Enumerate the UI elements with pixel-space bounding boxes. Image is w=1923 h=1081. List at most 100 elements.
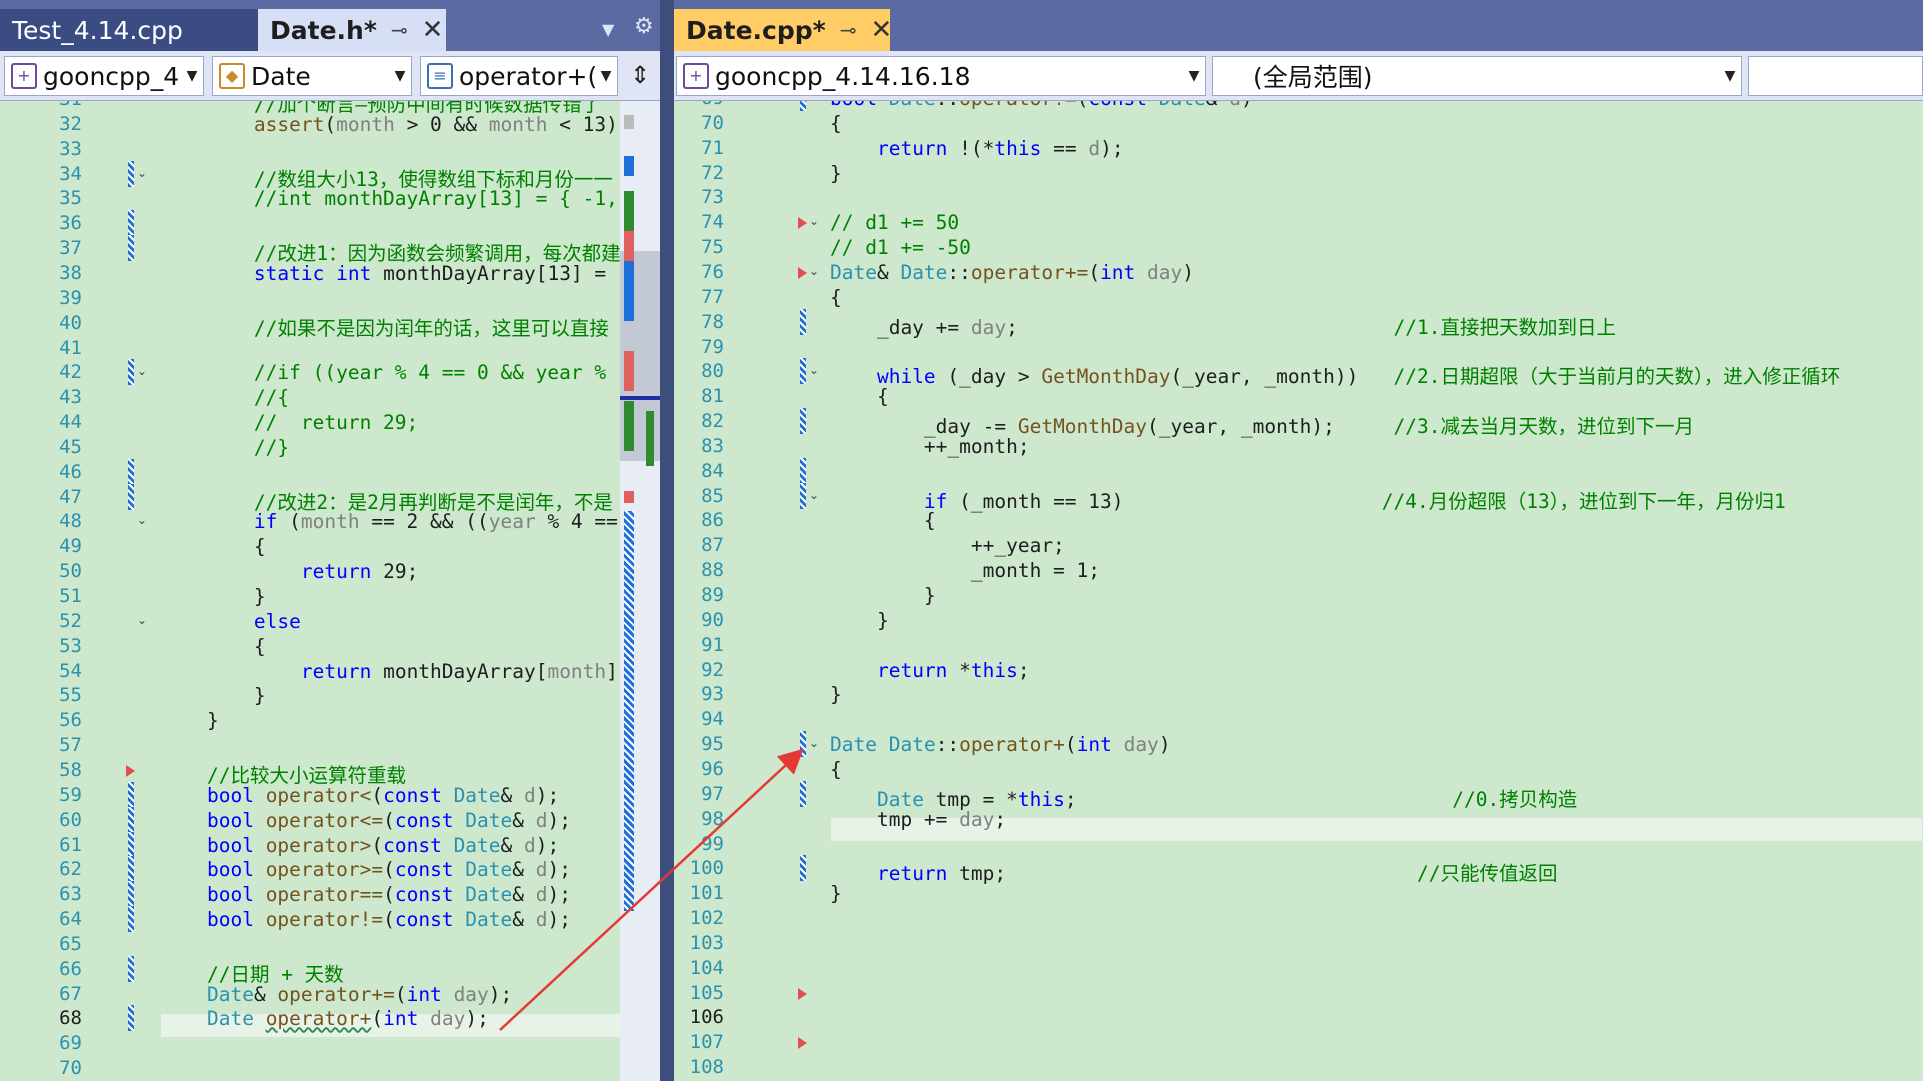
code-line[interactable]: { xyxy=(160,535,266,558)
code-line[interactable]: Date operator+(int day); xyxy=(160,1007,489,1030)
project-dropdown[interactable]: + gooncpp_4. ▼ xyxy=(4,56,204,96)
left-navigation-bar: + gooncpp_4. ▼ ◆ Date ▼ ≡ operator+(i ▼ … xyxy=(0,51,660,101)
line-number: 89 xyxy=(701,584,724,606)
change-mark xyxy=(624,351,634,391)
code-line[interactable]: { xyxy=(830,758,842,781)
code-line[interactable]: //if ((year % 4 == 0 && year % 1 xyxy=(160,361,630,384)
line-number: 67 xyxy=(59,982,82,1005)
code-line[interactable]: } xyxy=(160,684,266,707)
pane-splitter[interactable] xyxy=(660,0,674,1081)
close-icon[interactable]: ✕ xyxy=(422,15,444,45)
code-line[interactable]: } xyxy=(160,585,266,608)
code-line[interactable]: return 29; xyxy=(160,560,418,583)
gear-icon[interactable]: ⚙ xyxy=(634,14,654,39)
code-line[interactable]: // d1 += 50 xyxy=(830,211,959,234)
member-dropdown[interactable]: ≡ operator+(i ▼ xyxy=(420,56,618,96)
close-icon[interactable]: ✕ xyxy=(870,15,892,45)
scope-dropdown-label: (全局范围) xyxy=(1253,63,1373,92)
line-number: 64 xyxy=(59,908,82,931)
line-number: 44 xyxy=(59,411,82,434)
code-line[interactable]: } xyxy=(830,609,889,632)
code-line[interactable]: //{ xyxy=(160,386,289,409)
code-line[interactable]: return !(*this == d); xyxy=(830,137,1124,160)
code-line[interactable]: // return 29; xyxy=(160,411,418,434)
code-line[interactable]: if (month == 2 && ((year % 4 == xyxy=(160,510,618,533)
code-line[interactable]: bool operator<(const Date& d); xyxy=(160,784,559,807)
code-line[interactable]: { xyxy=(830,112,842,135)
fold-toggle-icon[interactable]: ⌄ xyxy=(135,167,149,181)
code-line[interactable]: bool operator>(const Date& d); xyxy=(160,834,559,857)
code-line[interactable]: return monthDayArray[month] xyxy=(160,660,618,683)
code-line[interactable]: return tmp; //只能传值返回 xyxy=(830,857,1558,886)
tab-list-dropdown-icon[interactable]: ▼ xyxy=(602,20,614,39)
class-dropdown[interactable]: ◆ Date ▼ xyxy=(212,56,412,96)
split-view-button[interactable]: ⇕ xyxy=(622,56,658,96)
tab-test-cpp[interactable]: Test_4.14.cpp xyxy=(0,9,258,51)
left-code-editor[interactable]: 31 //加个断言—预防中间有时候数据传错了32 assert(month > … xyxy=(0,101,660,1081)
code-line[interactable]: tmp += day; xyxy=(830,808,1006,831)
fold-toggle-icon[interactable]: ⌄ xyxy=(135,614,149,628)
fold-toggle-icon[interactable]: ⌄ xyxy=(807,364,821,378)
code-line[interactable]: else xyxy=(160,610,301,633)
code-line[interactable]: Date& Date::operator+=(int day) xyxy=(830,261,1194,284)
code-line[interactable]: //如果不是因为闰年的话，这里可以直接 xyxy=(160,312,609,341)
code-line[interactable]: bool operator<=(const Date& d); xyxy=(160,809,571,832)
fold-toggle-icon[interactable]: ⌄ xyxy=(135,514,149,528)
code-line[interactable]: if (_month == 13) //4.月份超限（13），进位到下一年，月份… xyxy=(830,485,1786,514)
code-line[interactable]: } xyxy=(830,882,842,905)
left-scroll-map[interactable] xyxy=(620,101,660,1081)
code-line[interactable]: Date Date::operator+(int day) xyxy=(830,733,1171,756)
code-line[interactable]: Date& operator+=(int day); xyxy=(160,983,512,1006)
code-line[interactable]: return *this; xyxy=(830,659,1030,682)
fold-toggle-icon[interactable]: ⌄ xyxy=(807,101,821,105)
line-number: 48 xyxy=(59,510,82,533)
fold-toggle-icon[interactable]: ⌄ xyxy=(807,489,821,503)
code-line[interactable]: assert(month > 0 && month < 13); xyxy=(160,113,630,136)
code-line[interactable]: // d1 += -50 xyxy=(830,236,971,259)
code-line[interactable]: ++_year; xyxy=(830,534,1065,557)
line-number: 72 xyxy=(701,161,724,184)
fold-toggle-icon[interactable]: ⌄ xyxy=(807,215,821,229)
code-line[interactable]: } xyxy=(830,584,936,607)
line-number: 58 xyxy=(59,758,82,781)
code-line[interactable]: _month = 1; xyxy=(830,559,1100,582)
scope-dropdown[interactable]: (全局范围) ▼ xyxy=(1212,56,1742,96)
code-line[interactable]: _day += day; //1.直接把天数加到日上 xyxy=(830,311,1616,340)
pin-icon[interactable]: ⊸ xyxy=(391,18,408,42)
code-line[interactable]: static int monthDayArray[13] = { xyxy=(160,262,630,285)
code-line[interactable]: { xyxy=(830,385,889,408)
code-line[interactable]: } xyxy=(160,709,219,732)
code-line[interactable]: { xyxy=(160,635,266,658)
code-line[interactable]: { xyxy=(830,286,842,309)
change-tracking-mark xyxy=(128,458,134,485)
code-line[interactable]: } xyxy=(830,162,842,185)
tab-date-h[interactable]: Date.h* ⊸ ✕ xyxy=(258,9,446,51)
fold-toggle-icon[interactable]: ⌄ xyxy=(807,265,821,279)
fold-toggle-icon[interactable]: ⌄ xyxy=(807,737,821,751)
code-line[interactable]: bool operator==(const Date& d); xyxy=(160,883,571,906)
code-line[interactable]: //} xyxy=(160,436,289,459)
line-number: 57 xyxy=(59,734,82,757)
change-tracking-mark xyxy=(128,955,134,982)
project-dropdown[interactable]: + gooncpp_4.14.16.18 ▼ xyxy=(676,56,1206,96)
line-number: 70 xyxy=(59,1057,82,1080)
code-line[interactable]: bool Date::operator!=(const Date& d) xyxy=(830,101,1253,110)
code-line[interactable]: while (_day > GetMonthDay(_year, _month)… xyxy=(830,360,1840,389)
pin-icon[interactable]: ⊸ xyxy=(840,18,857,42)
code-line[interactable]: { xyxy=(830,509,936,532)
code-line[interactable]: ++_month; xyxy=(830,435,1030,458)
code-line[interactable]: bool operator>=(const Date& d); xyxy=(160,858,571,881)
line-number: 102 xyxy=(689,907,724,930)
line-number: 73 xyxy=(701,186,724,209)
code-line[interactable]: bool operator!=(const Date& d); xyxy=(160,908,571,931)
tab-date-cpp[interactable]: Date.cpp* ⊸ ✕ xyxy=(674,9,892,51)
line-number: 83 xyxy=(701,434,724,457)
code-line[interactable]: } xyxy=(830,683,842,706)
marker-arrow-icon xyxy=(798,987,807,1000)
scroll-up-arrow[interactable] xyxy=(624,115,634,129)
right-code-editor[interactable]: 69bool Date::operator!=(const Date& d)⌄7… xyxy=(674,101,1923,1081)
code-line[interactable]: //int monthDayArray[13] = { -1, xyxy=(160,187,618,210)
line-number: 101 xyxy=(689,882,724,905)
fold-toggle-icon[interactable]: ⌄ xyxy=(135,365,149,379)
member-dropdown[interactable] xyxy=(1748,56,1923,96)
